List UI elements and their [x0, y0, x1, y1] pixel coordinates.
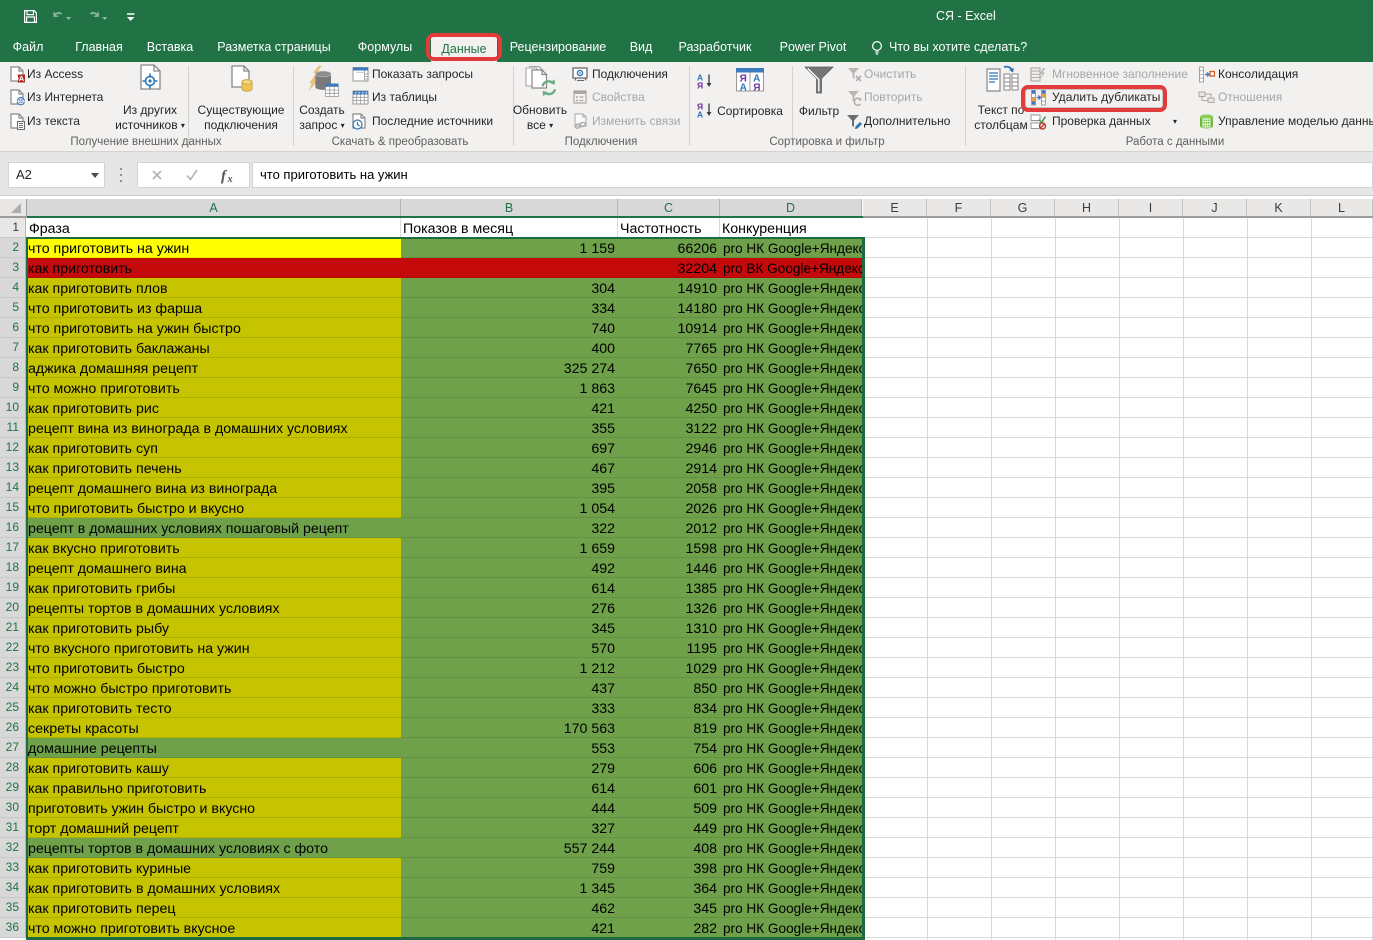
svg-text:Я: Я [697, 81, 703, 90]
svg-text:Я: Я [753, 83, 760, 94]
svg-text:x: x [227, 174, 233, 185]
svg-text:А: А [740, 83, 747, 94]
svg-text:A: A [19, 74, 25, 83]
svg-text:А: А [697, 110, 703, 119]
